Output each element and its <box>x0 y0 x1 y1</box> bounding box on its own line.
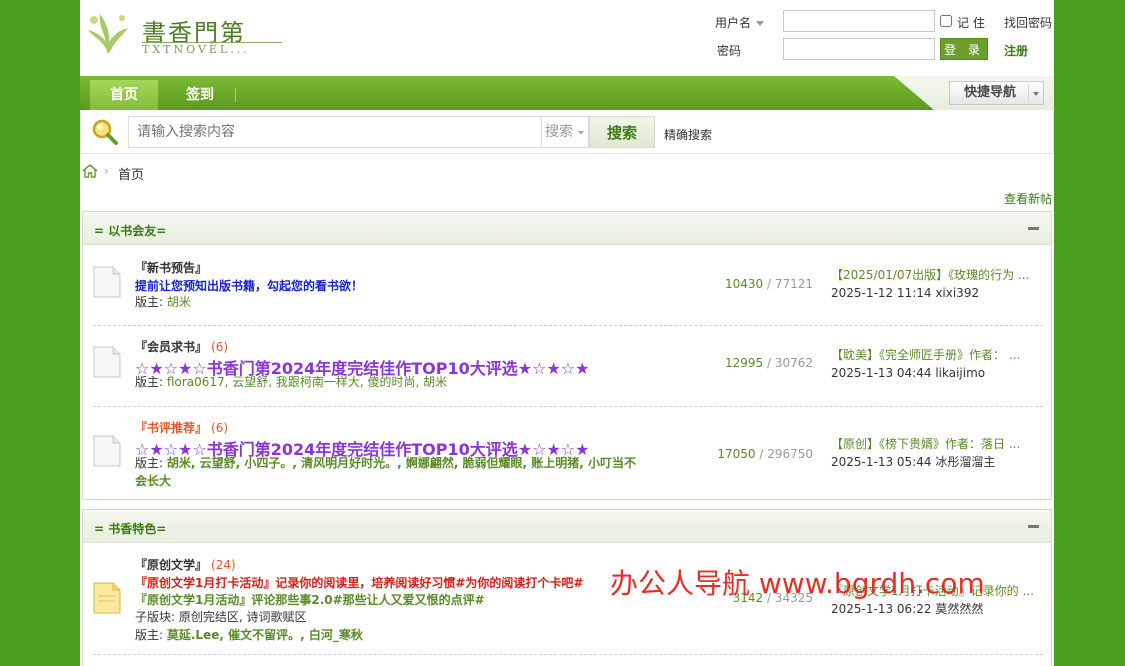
password-label: 密码 <box>717 44 742 58</box>
last-post: 【耽美】《完全师匠手册》作者： ... 2025-1-13 04:44 lika… <box>831 346 1041 382</box>
moderator-link[interactable]: 胡米 <box>167 295 191 309</box>
nav-separator <box>235 88 236 102</box>
forum-today-count: (24) <box>211 558 236 572</box>
username-label[interactable]: 用户名 <box>715 14 765 31</box>
search-type-label: 搜索 <box>545 124 573 140</box>
section-header: = 书香特色= <box>83 510 1051 543</box>
last-post-meta[interactable]: 2025-1-13 04:44 likaijimo <box>831 364 1041 382</box>
forum-name[interactable]: 『原创文学』 (24) <box>135 556 236 573</box>
nav-tab-checkin[interactable]: 签到 <box>166 80 234 110</box>
forum-moderators: 版主: flora0617, 云望舒, 我跟柯南一样大, 傻的时尚, 胡米 <box>135 375 448 389</box>
search-bar: 搜索 搜索 精确搜索 <box>80 110 1054 154</box>
last-post-title[interactable]: 【2025/01/07出版】《玫瑰的行为 ... <box>831 266 1041 284</box>
section-header: = 以书会友= <box>83 212 1051 245</box>
forum-icon <box>93 435 121 467</box>
moderator-link[interactable]: 会长大 <box>135 474 171 488</box>
page: 書香門第 TXTNOVEL... 用户名 记 住 找回密码 密码 登 录 注册 … <box>80 0 1054 666</box>
chevron-down-icon <box>756 21 765 26</box>
main-nav: 首页 签到 快捷导航 <box>80 76 1054 110</box>
chevron-down-icon <box>1033 92 1039 96</box>
forum-subforums: 子版块: 原创完结区, 诗词歌赋区 <box>135 610 307 624</box>
collapse-icon[interactable] <box>1028 525 1039 528</box>
search-input[interactable] <box>128 116 542 148</box>
forum-row: 『新书预告』 提前让您预知出版书籍，勾起您的看书欲！ 版主: 胡米 10430 … <box>83 246 1053 326</box>
last-post-meta[interactable]: 2025-1-12 11:14 xixi392 <box>831 284 1041 302</box>
nav-tab-home[interactable]: 首页 <box>90 80 158 110</box>
chevron-down-icon <box>578 131 584 135</box>
collapse-icon[interactable] <box>1028 227 1039 230</box>
forum-row: 『会员求书』 (6) ☆★☆★☆书香门第2024年度完结佳作TOP10大评选★☆★… <box>83 326 1053 407</box>
quick-nav-divider <box>1028 84 1029 102</box>
password-input[interactable] <box>783 38 935 60</box>
quick-nav-label: 快捷导航 <box>964 85 1017 100</box>
last-post: 【原创】《榜下贵婿》作者：落日 ... 2025-1-13 05:44 冰彤溜溜… <box>831 435 1041 471</box>
site-logo[interactable]: 書香門第 TXTNOVEL... <box>84 10 284 60</box>
remember-label: 记 住 <box>957 16 985 30</box>
forum-name[interactable]: 『会员求书』 (6) <box>135 338 228 355</box>
breadcrumb-current: 首页 <box>118 168 145 183</box>
forum-moderators: 版主: 莫延.Lee, 催文不留评。, 白河_寒秋 <box>135 628 363 642</box>
logo-subtitle: TXTNOVEL... <box>142 43 250 56</box>
last-post-title[interactable]: 【原创】《榜下贵婿》作者：落日 ... <box>831 435 1041 453</box>
forum-moderators: 版主: 胡米 <box>135 295 191 309</box>
header: 書香門第 TXTNOVEL... 用户名 记 住 找回密码 密码 登 录 注册 <box>80 0 1054 76</box>
leaf-logo-icon <box>88 14 128 54</box>
forum-name[interactable]: 『新书预告』 <box>135 259 207 276</box>
row-divider <box>93 654 1043 655</box>
search-icon <box>92 119 118 145</box>
forgot-password-link[interactable]: 找回密码 <box>1004 14 1052 31</box>
last-post-title[interactable]: 【耽美】《完全师匠手册》作者： ... <box>831 346 1041 364</box>
last-post: 【2025/01/07出版】《玫瑰的行为 ... 2025-1-12 11:14… <box>831 266 1041 302</box>
new-posts-link[interactable]: 查看新帖 <box>1004 190 1052 207</box>
forum-today-count: (6) <box>211 421 229 435</box>
forum-section: = 以书会友= 『新书预告』 提前让您预知出版书籍，勾起您的看书欲！ 版主: 胡… <box>82 211 1052 500</box>
forum-announcement[interactable]: 提前让您预知出版书籍，勾起您的看书欲！ <box>135 277 363 294</box>
forum-row: 『书评推荐』 (6) ☆★☆★☆书香门第2024年度完结佳作TOP10大评选★☆★… <box>83 407 1053 499</box>
forum-today-count: (6) <box>211 340 229 354</box>
last-post-meta[interactable]: 2025-1-13 05:44 冰彤溜溜主 <box>831 453 1041 471</box>
register-link[interactable]: 注册 <box>1004 42 1028 59</box>
search-button[interactable]: 搜索 <box>589 116 655 148</box>
section-title[interactable]: = 以书会友= <box>94 222 166 239</box>
moderator-link[interactable]: flora0617, 云望舒, 我跟柯南一样大, 傻的时尚, 胡米 <box>167 375 447 389</box>
watermark-text: 办公人导航 www.bgrdh.com <box>610 567 985 600</box>
moderator-link[interactable]: 胡米, 云望舒, 小四子。, 清风明月好时光。, 婀娜翩然, 脆弱但耀眼, 账上… <box>167 456 636 470</box>
forum-moderators: 版主: 胡米, 云望舒, 小四子。, 清风明月好时光。, 婀娜翩然, 脆弱但耀眼… <box>135 456 637 488</box>
forum-stats: 17050 / 296750 <box>717 447 813 461</box>
username-input[interactable] <box>783 10 935 32</box>
forum-stats: 10430 / 77121 <box>724 277 813 291</box>
forum-announcement-2[interactable]: 『原创文学1月活动』评论那些事2.0#那些让人又爱又恨的点评# <box>135 591 485 608</box>
subforum-link[interactable]: 原创完结区, 诗词歌赋区 <box>179 610 307 624</box>
remember-checkbox[interactable] <box>940 15 952 27</box>
login-button[interactable]: 登 录 <box>940 38 988 60</box>
forum-announcement[interactable]: 『原创文学1月打卡活动』记录你的阅读里，培养阅读好习惯#为你的阅读打个卡吧# <box>135 574 583 591</box>
search-type-select[interactable]: 搜索 <box>541 116 589 148</box>
forum-name[interactable]: 『书评推荐』 (6) <box>135 419 228 436</box>
breadcrumb-separator-icon: › <box>104 164 109 178</box>
quick-nav-button[interactable]: 快捷导航 <box>949 81 1044 105</box>
last-post-meta[interactable]: 2025-1-13 06:22 莫然然然 <box>831 600 1041 618</box>
section-title[interactable]: = 书香特色= <box>94 520 166 537</box>
forum-stats: 12995 / 30762 <box>724 356 813 370</box>
precise-search-link[interactable]: 精确搜索 <box>664 126 712 143</box>
home-icon[interactable] <box>82 163 98 179</box>
forum-icon <box>93 346 121 378</box>
forum-icon <box>93 266 121 298</box>
moderator-link[interactable]: 莫延.Lee, 催文不留评。, 白河_寒秋 <box>167 628 363 642</box>
forum-new-icon <box>93 582 121 614</box>
login-form: 用户名 记 住 找回密码 密码 登 录 注册 <box>709 8 1054 64</box>
